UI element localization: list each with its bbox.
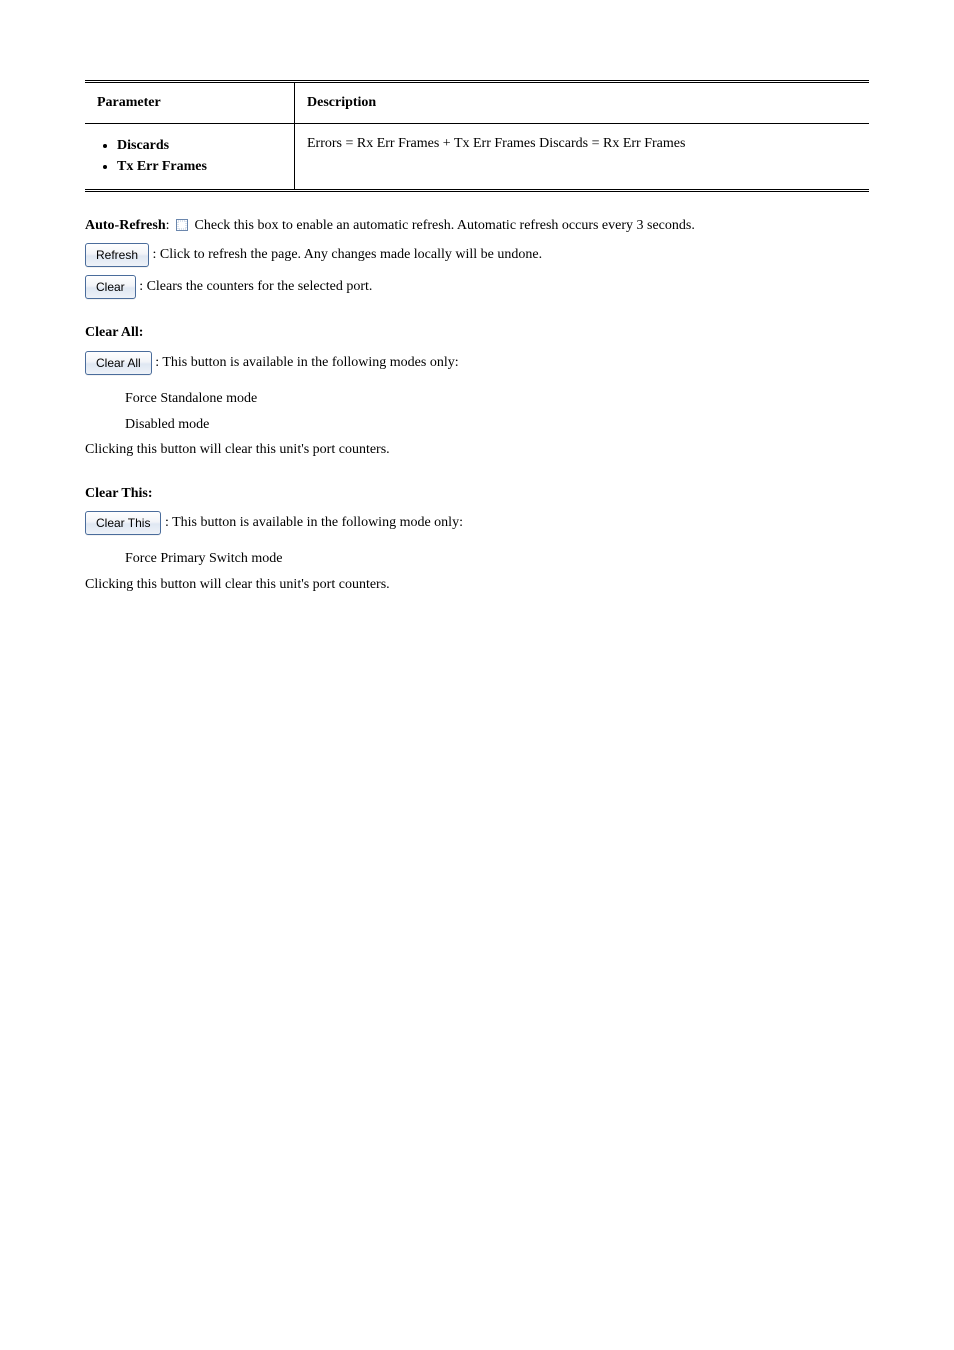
clear-this-action: Clicking this button will clear this uni… [85,575,869,595]
bullet-tx-err-frames: Tx Err Frames [117,157,282,177]
clear-all-mode-2: Disabled mode [125,415,869,435]
table-header-parameter: Parameter [85,82,295,124]
auto-refresh-text: Check this box to enable an automatic re… [195,218,695,233]
clear-this-heading: Clear This: [85,486,153,501]
auto-refresh-label: Auto-Refresh [85,218,166,233]
table-row: Discards Tx Err Frames Errors = Rx Err F… [85,123,869,190]
clear-all-heading: Clear All: [85,325,143,340]
clear-all-description: : This button is available in the follow… [155,355,458,370]
table-cell-description: Errors = Rx Err Frames + Tx Err Frames D… [295,123,870,190]
clear-all-button[interactable]: Clear All [85,351,152,375]
refresh-button[interactable]: Refresh [85,243,149,267]
bullet-discards: Discards [117,136,282,156]
table-header-description: Description [295,82,870,124]
clear-this-button[interactable]: Clear This [85,511,161,535]
parameter-table: Parameter Description Discards Tx Err Fr… [85,80,869,192]
clear-description: : Clears the counters for the selected p… [139,280,372,295]
clear-this-mode-1: Force Primary Switch mode [125,549,869,569]
refresh-description: : Click to refresh the page. Any changes… [153,248,543,263]
clear-button[interactable]: Clear [85,275,136,299]
checkbox-icon [176,219,188,231]
clear-all-mode-1: Force Standalone mode [125,389,869,409]
auto-refresh-colon: : [166,218,170,233]
clear-all-action: Clicking this button will clear this uni… [85,440,869,460]
clear-this-description: : This button is available in the follow… [165,516,463,531]
